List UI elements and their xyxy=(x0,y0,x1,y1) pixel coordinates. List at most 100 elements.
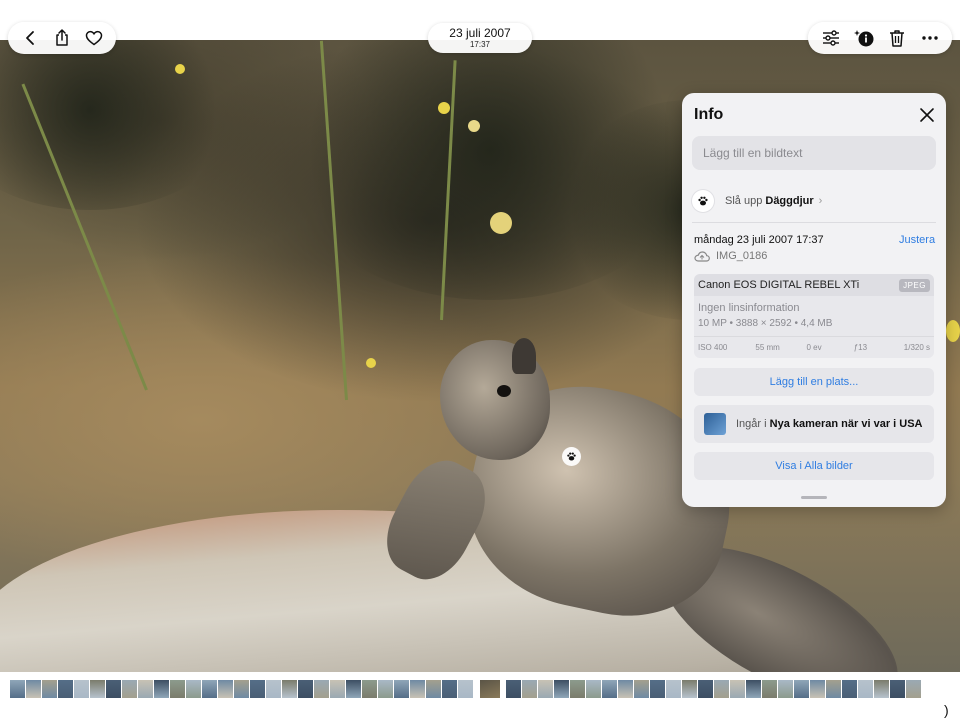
header-date: 23 juli 2007 xyxy=(449,25,511,40)
exif-exposure-value: 0 ev xyxy=(806,343,822,352)
thumbnail[interactable] xyxy=(266,680,281,698)
thumbnail[interactable] xyxy=(538,680,553,698)
thumbnail[interactable] xyxy=(682,680,697,698)
thumbnail[interactable] xyxy=(410,680,425,698)
panel-grabber[interactable] xyxy=(801,496,827,499)
squirrel-ear xyxy=(512,338,536,374)
thumbnail[interactable] xyxy=(90,680,105,698)
file-row: IMG_0186 xyxy=(694,250,767,262)
thumbnail[interactable] xyxy=(218,680,233,698)
thumbnail[interactable] xyxy=(170,680,185,698)
thumbnail[interactable] xyxy=(618,680,633,698)
thumbnail[interactable] xyxy=(106,680,121,698)
more-button[interactable] xyxy=(918,26,942,50)
thumbnail[interactable] xyxy=(250,680,265,698)
thumbnail-current[interactable] xyxy=(479,679,501,699)
thumbnail[interactable] xyxy=(138,680,153,698)
thumbnail[interactable] xyxy=(762,680,777,698)
thumbnail[interactable] xyxy=(826,680,841,698)
delete-button[interactable] xyxy=(885,26,909,50)
flower xyxy=(366,358,376,368)
flower xyxy=(468,120,480,132)
album-text: Ingår i Nya kameran när vi var i USA xyxy=(736,418,923,430)
file-name: IMG_0186 xyxy=(716,250,768,262)
camera-header: Canon EOS DIGITAL REBEL XTi JPEG xyxy=(694,274,934,296)
thumbnail[interactable] xyxy=(122,680,137,698)
trash-icon xyxy=(889,30,904,47)
thumbnail[interactable] xyxy=(746,680,761,698)
thumbnail[interactable] xyxy=(570,680,585,698)
info-panel: Info Slå upp Däggdjur › måndag 23 juli 2… xyxy=(682,93,946,507)
thumbnail[interactable] xyxy=(650,680,665,698)
thumbnail[interactable] xyxy=(58,680,73,698)
lookup-row[interactable]: Slå upp Däggdjur › xyxy=(692,190,936,212)
thumbnail[interactable] xyxy=(794,680,809,698)
thumbnail[interactable] xyxy=(586,680,601,698)
chevron-left-icon xyxy=(26,31,34,45)
thumbnail[interactable] xyxy=(698,680,713,698)
thumbnail[interactable] xyxy=(330,680,345,698)
exif-focal-length: 55 mm xyxy=(755,343,780,352)
squirrel-eye xyxy=(497,385,511,397)
thumbnail[interactable] xyxy=(378,680,393,698)
camera-card: Canon EOS DIGITAL REBEL XTi JPEG Ingen l… xyxy=(694,274,934,358)
thumbnail[interactable] xyxy=(442,680,457,698)
share-button[interactable] xyxy=(50,26,74,50)
flower xyxy=(438,102,450,114)
favorite-button[interactable] xyxy=(82,26,106,50)
flower xyxy=(946,320,960,342)
thumbnail[interactable] xyxy=(842,680,857,698)
image-specs: 10 MP • 3888 × 2592 • 4,4 MB xyxy=(698,318,833,329)
thumbnail[interactable] xyxy=(234,680,249,698)
thumbnail[interactable] xyxy=(298,680,313,698)
album-prefix: Ingår i xyxy=(736,418,767,430)
thumbnail[interactable] xyxy=(362,680,377,698)
date-header[interactable]: 23 juli 2007 17:37 xyxy=(428,23,532,53)
thumbnail[interactable] xyxy=(394,680,409,698)
thumbnail[interactable] xyxy=(890,680,905,698)
thumbnail[interactable] xyxy=(202,680,217,698)
camera-model: Canon EOS DIGITAL REBEL XTi xyxy=(698,279,860,291)
thumbnail[interactable] xyxy=(346,680,361,698)
thumbnail[interactable] xyxy=(186,680,201,698)
visual-lookup-badge[interactable] xyxy=(562,447,581,466)
thumbnail[interactable] xyxy=(714,680,729,698)
thumbnail[interactable] xyxy=(506,680,521,698)
adjust-date-link[interactable]: Justera xyxy=(899,234,935,246)
edit-button[interactable] xyxy=(819,26,843,50)
thumbnail[interactable] xyxy=(874,680,889,698)
album-row[interactable]: Ingår i Nya kameran när vi var i USA xyxy=(694,405,934,443)
thumbnail[interactable] xyxy=(314,680,329,698)
back-button[interactable] xyxy=(18,26,42,50)
thumbnail[interactable] xyxy=(666,680,681,698)
caption-input[interactable] xyxy=(692,136,936,170)
thumbnail[interactable] xyxy=(554,680,569,698)
info-title: Info xyxy=(694,106,724,123)
thumbnail[interactable] xyxy=(282,680,297,698)
thumbnail[interactable] xyxy=(426,680,441,698)
thumbnail[interactable] xyxy=(26,680,41,698)
thumbnail[interactable] xyxy=(730,680,745,698)
thumbnail[interactable] xyxy=(810,680,825,698)
info-sparkle-icon xyxy=(853,30,873,47)
toolbar-left xyxy=(8,22,116,54)
thumbnail[interactable] xyxy=(778,680,793,698)
thumbnail[interactable] xyxy=(522,680,537,698)
thumbnail[interactable] xyxy=(42,680,57,698)
thumbnail-strip[interactable]: ) xyxy=(0,672,960,720)
thumbnail[interactable] xyxy=(458,680,473,698)
thumbnail[interactable] xyxy=(858,680,873,698)
thumbnail[interactable] xyxy=(602,680,617,698)
show-in-all-photos-button[interactable]: Visa i Alla bilder xyxy=(694,452,934,480)
share-icon xyxy=(56,29,68,46)
close-info-button[interactable] xyxy=(918,106,936,124)
info-button[interactable] xyxy=(852,26,876,50)
thumbnail[interactable] xyxy=(74,680,89,698)
sliders-icon xyxy=(822,30,839,46)
thumbnail[interactable] xyxy=(10,680,25,698)
thumbnail[interactable] xyxy=(634,680,649,698)
lookup-subject: Däggdjur xyxy=(765,195,814,207)
thumbnail[interactable] xyxy=(906,680,921,698)
add-place-button[interactable]: Lägg till en plats... xyxy=(694,368,934,396)
thumbnail[interactable] xyxy=(154,680,169,698)
